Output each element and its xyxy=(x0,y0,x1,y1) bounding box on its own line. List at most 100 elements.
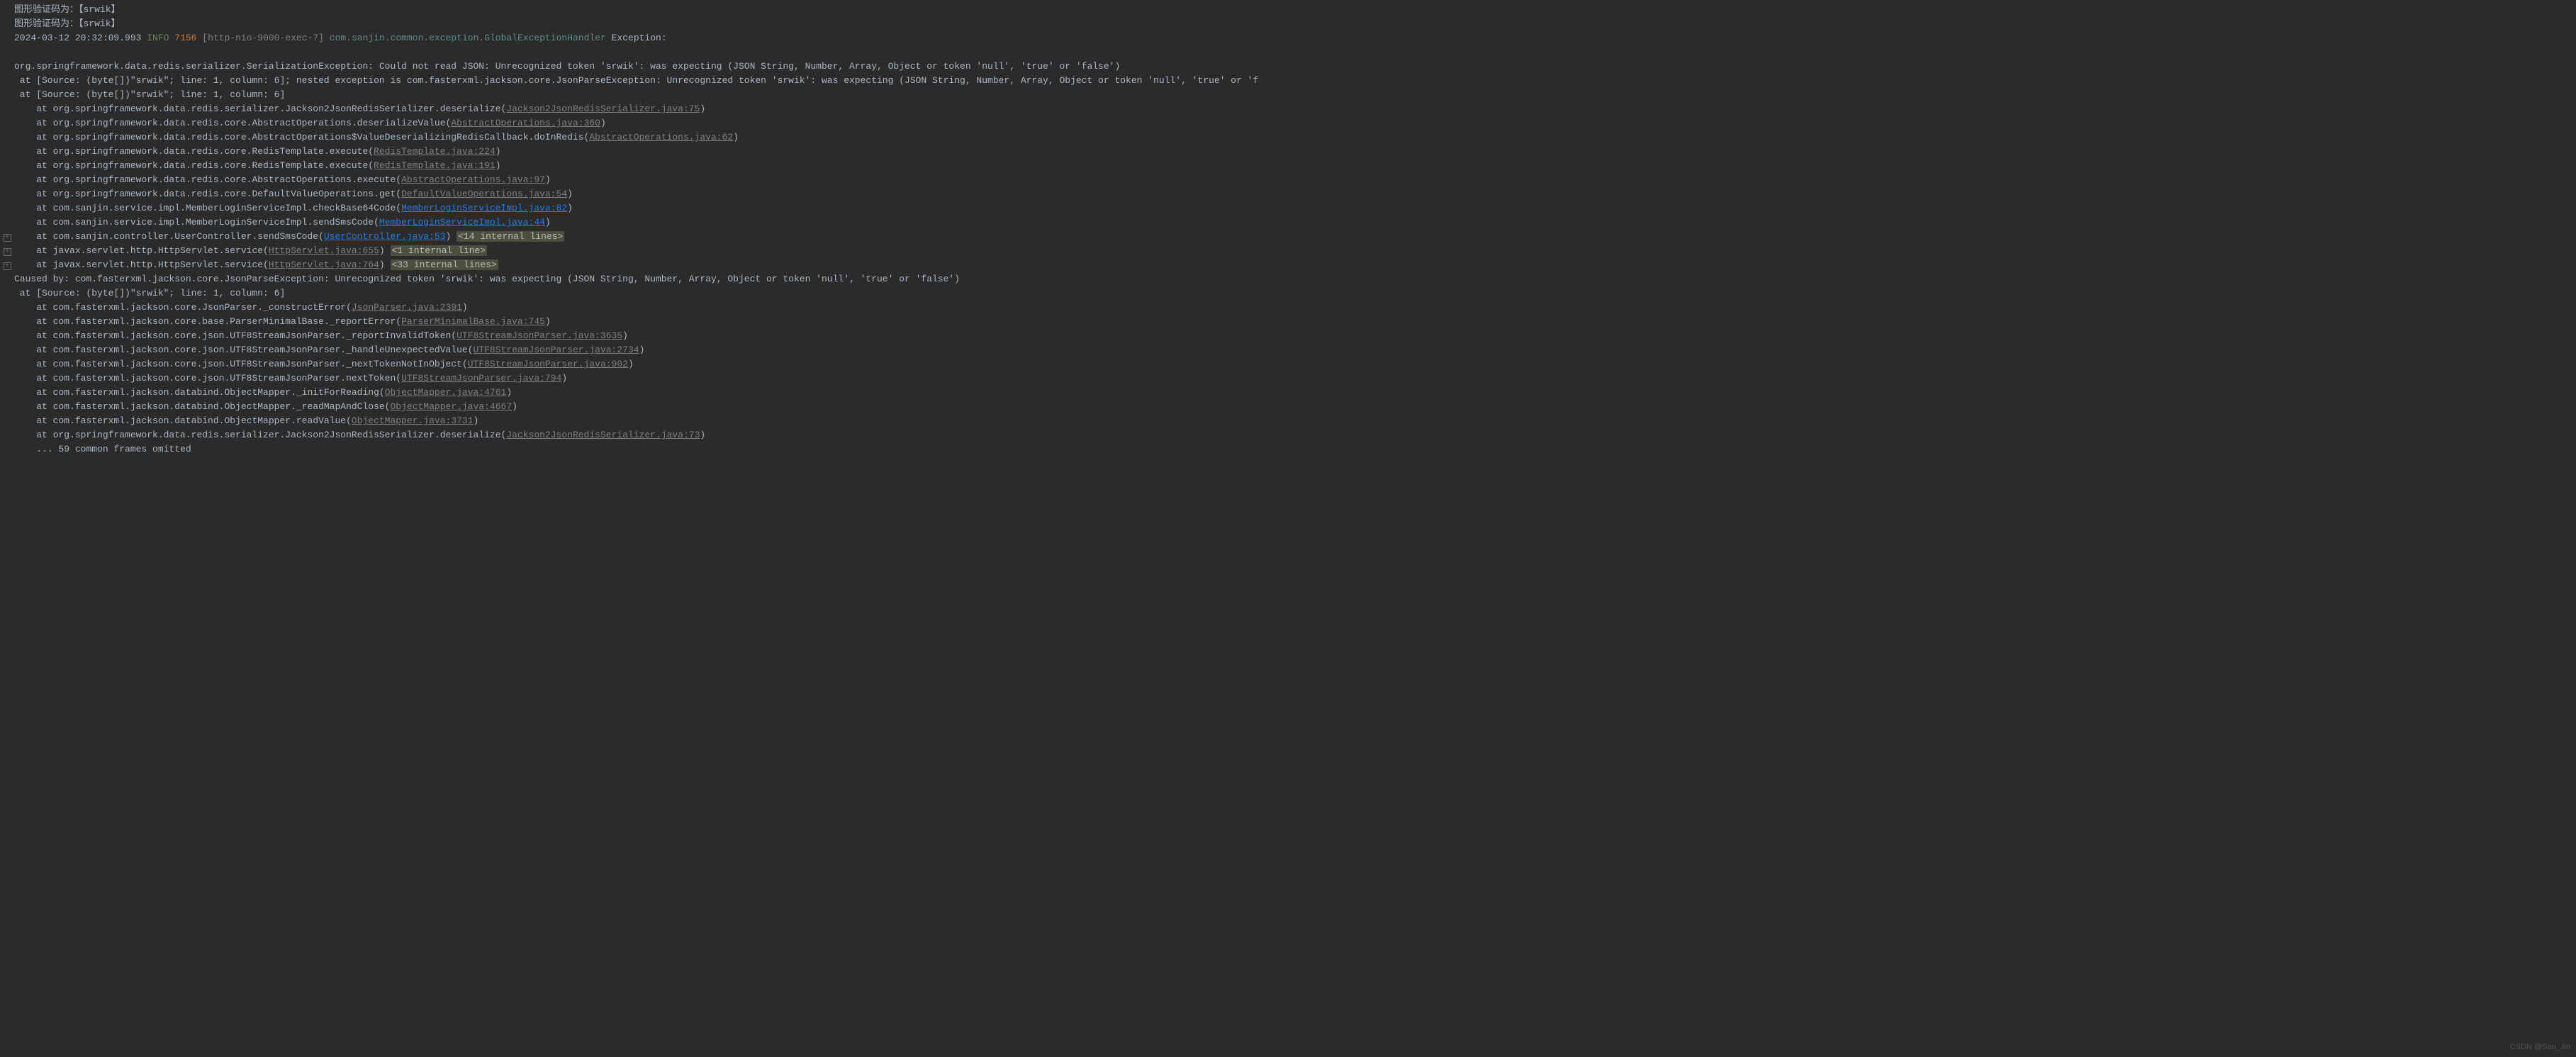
log-text: ) xyxy=(622,330,628,341)
log-text: 7156 xyxy=(174,33,196,43)
log-text: at org.springframework.data.redis.core.A… xyxy=(14,132,589,142)
expand-icon[interactable]: + xyxy=(4,234,11,242)
log-line[interactable]: at org.springframework.data.redis.serial… xyxy=(0,102,2576,116)
log-line[interactable]: at org.springframework.data.redis.core.A… xyxy=(0,130,2576,145)
source-link[interactable]: AbstractOperations.java:97 xyxy=(401,174,545,185)
source-link[interactable]: MemberLoginServiceImpl.java:44 xyxy=(379,217,545,228)
log-line-content: at javax.servlet.http.HttpServlet.servic… xyxy=(14,244,2576,258)
log-line-content: at com.sanjin.controller.UserController.… xyxy=(14,230,2576,244)
log-text xyxy=(14,47,20,57)
log-line-content: at com.fasterxml.jackson.core.base.Parse… xyxy=(14,315,2576,329)
source-link[interactable]: HttpServlet.java:655 xyxy=(269,245,379,256)
log-line[interactable]: at org.springframework.data.redis.core.R… xyxy=(0,159,2576,173)
log-line[interactable]: at org.springframework.data.redis.core.R… xyxy=(0,145,2576,159)
log-line[interactable]: ... 59 common frames omitted xyxy=(0,442,2576,457)
log-text: 2024-03-12 20:32:09.993 xyxy=(14,33,147,43)
log-line-content: at org.springframework.data.redis.core.A… xyxy=(14,173,2576,187)
source-link[interactable]: UTF8StreamJsonParser.java:2734 xyxy=(474,345,639,355)
log-line[interactable]: at com.fasterxml.jackson.core.json.UTF8S… xyxy=(0,371,2576,386)
log-line[interactable]: org.springframework.data.redis.serialize… xyxy=(0,60,2576,74)
source-link[interactable]: UTF8StreamJsonParser.java:3635 xyxy=(457,330,622,341)
log-line[interactable]: at com.sanjin.service.impl.MemberLoginSe… xyxy=(0,216,2576,230)
source-link[interactable]: UTF8StreamJsonParser.java:794 xyxy=(401,373,561,384)
log-text: at org.springframework.data.redis.core.A… xyxy=(14,174,401,185)
log-line[interactable]: + at javax.servlet.http.HttpServlet.serv… xyxy=(0,258,2576,272)
source-link[interactable]: ObjectMapper.java:4761 xyxy=(385,387,507,398)
fold-gutter[interactable]: + xyxy=(0,258,14,272)
expand-icon[interactable]: + xyxy=(4,262,11,270)
source-link[interactable]: UserController.java:53 xyxy=(324,231,446,242)
source-link[interactable]: AbstractOperations.java:62 xyxy=(589,132,733,142)
log-line-content: ... 59 common frames omitted xyxy=(14,442,2576,457)
log-text: at [Source: (byte[])"srwik"; line: 1, co… xyxy=(14,89,285,100)
fold-gutter[interactable]: + xyxy=(0,244,14,258)
log-text: ) xyxy=(567,203,573,213)
log-line[interactable]: at org.springframework.data.redis.core.A… xyxy=(0,116,2576,130)
source-link[interactable]: MemberLoginServiceImpl.java:82 xyxy=(401,203,567,213)
log-text: ) xyxy=(512,401,517,412)
log-text: [http-nio-9000-exec-7] xyxy=(202,33,324,43)
log-text: at com.fasterxml.jackson.core.base.Parse… xyxy=(14,316,401,327)
source-link[interactable]: Jackson2JsonRedisSerializer.java:75 xyxy=(506,104,700,114)
source-link[interactable]: ObjectMapper.java:3731 xyxy=(352,415,474,426)
log-line-content: at com.fasterxml.jackson.core.json.UTF8S… xyxy=(14,357,2576,371)
log-line[interactable]: at com.fasterxml.jackson.core.json.UTF8S… xyxy=(0,329,2576,343)
log-line[interactable]: at com.fasterxml.jackson.core.json.UTF8S… xyxy=(0,343,2576,357)
log-line[interactable]: at com.fasterxml.jackson.databind.Object… xyxy=(0,400,2576,414)
log-text: Caused by: com.fasterxml.jackson.core.Js… xyxy=(14,274,960,284)
log-line[interactable]: at com.fasterxml.jackson.databind.Object… xyxy=(0,386,2576,400)
log-text: ) xyxy=(379,259,391,270)
log-line[interactable]: at com.fasterxml.jackson.core.json.UTF8S… xyxy=(0,357,2576,371)
log-line[interactable]: + at com.sanjin.controller.UserControlle… xyxy=(0,230,2576,244)
log-line[interactable] xyxy=(0,45,2576,60)
log-line[interactable]: at com.fasterxml.jackson.core.base.Parse… xyxy=(0,315,2576,329)
log-line[interactable]: at org.springframework.data.redis.serial… xyxy=(0,428,2576,442)
console-output[interactable]: 图形验证码为：【srwik】图形验证码为：【srwik】2024-03-12 2… xyxy=(0,3,2576,457)
source-link[interactable]: ObjectMapper.java:4667 xyxy=(391,401,513,412)
log-line[interactable]: at com.fasterxml.jackson.databind.Object… xyxy=(0,414,2576,428)
source-link[interactable]: Jackson2JsonRedisSerializer.java:73 xyxy=(506,430,700,440)
log-line-content: at org.springframework.data.redis.core.A… xyxy=(14,116,2576,130)
source-link[interactable]: HttpServlet.java:764 xyxy=(269,259,379,270)
log-line[interactable]: 图形验证码为：【srwik】 xyxy=(0,3,2576,17)
log-line-content: at com.fasterxml.jackson.core.json.UTF8S… xyxy=(14,371,2576,386)
log-text: ) xyxy=(506,387,512,398)
source-link[interactable]: RedisTemplate.java:224 xyxy=(374,146,495,157)
log-line[interactable]: at [Source: (byte[])"srwik"; line: 1, co… xyxy=(0,74,2576,88)
log-line-content: at org.springframework.data.redis.core.A… xyxy=(14,130,2576,145)
log-text: <1 internal line> xyxy=(391,245,488,256)
source-link[interactable]: JsonParser.java:2391 xyxy=(352,302,462,313)
log-line[interactable]: at org.springframework.data.redis.core.D… xyxy=(0,187,2576,201)
log-text xyxy=(324,33,330,43)
log-line[interactable]: at [Source: (byte[])"srwik"; line: 1, co… xyxy=(0,88,2576,102)
log-line-content: at org.springframework.data.redis.serial… xyxy=(14,102,2576,116)
log-line[interactable]: at com.fasterxml.jackson.core.JsonParser… xyxy=(0,301,2576,315)
log-line-content: at com.fasterxml.jackson.core.JsonParser… xyxy=(14,301,2576,315)
log-line[interactable]: at org.springframework.data.redis.core.A… xyxy=(0,173,2576,187)
log-line[interactable]: 图形验证码为：【srwik】 xyxy=(0,17,2576,31)
log-text: at org.springframework.data.redis.core.A… xyxy=(14,118,451,128)
log-text: org.springframework.data.redis.serialize… xyxy=(14,61,1120,72)
log-text: Exception: xyxy=(606,33,667,43)
log-line-content xyxy=(14,45,2576,60)
log-line[interactable]: Caused by: com.fasterxml.jackson.core.Js… xyxy=(0,272,2576,286)
log-text: at com.fasterxml.jackson.databind.Object… xyxy=(14,387,385,398)
log-line-content: at com.fasterxml.jackson.databind.Object… xyxy=(14,400,2576,414)
log-line-content: at org.springframework.data.redis.core.R… xyxy=(14,159,2576,173)
source-link[interactable]: AbstractOperations.java:360 xyxy=(451,118,600,128)
source-link[interactable]: ParserMinimalBase.java:745 xyxy=(401,316,545,327)
source-link[interactable]: DefaultValueOperations.java:54 xyxy=(401,189,567,199)
log-line[interactable]: at [Source: (byte[])"srwik"; line: 1, co… xyxy=(0,286,2576,301)
log-line[interactable]: at com.sanjin.service.impl.MemberLoginSe… xyxy=(0,201,2576,216)
source-link[interactable]: RedisTemplate.java:191 xyxy=(374,160,495,171)
log-line[interactable]: + at javax.servlet.http.HttpServlet.serv… xyxy=(0,244,2576,258)
log-line[interactable]: 2024-03-12 20:32:09.993 INFO 7156 [http-… xyxy=(0,31,2576,45)
expand-icon[interactable]: + xyxy=(4,248,11,256)
log-text: at com.sanjin.controller.UserController.… xyxy=(14,231,324,242)
log-text: ) xyxy=(733,132,739,142)
log-line-content: at com.fasterxml.jackson.core.json.UTF8S… xyxy=(14,343,2576,357)
fold-gutter[interactable]: + xyxy=(0,230,14,244)
log-text: ) xyxy=(567,189,573,199)
source-link[interactable]: UTF8StreamJsonParser.java:902 xyxy=(468,359,628,369)
log-text: at com.fasterxml.jackson.core.json.UTF8S… xyxy=(14,373,401,384)
